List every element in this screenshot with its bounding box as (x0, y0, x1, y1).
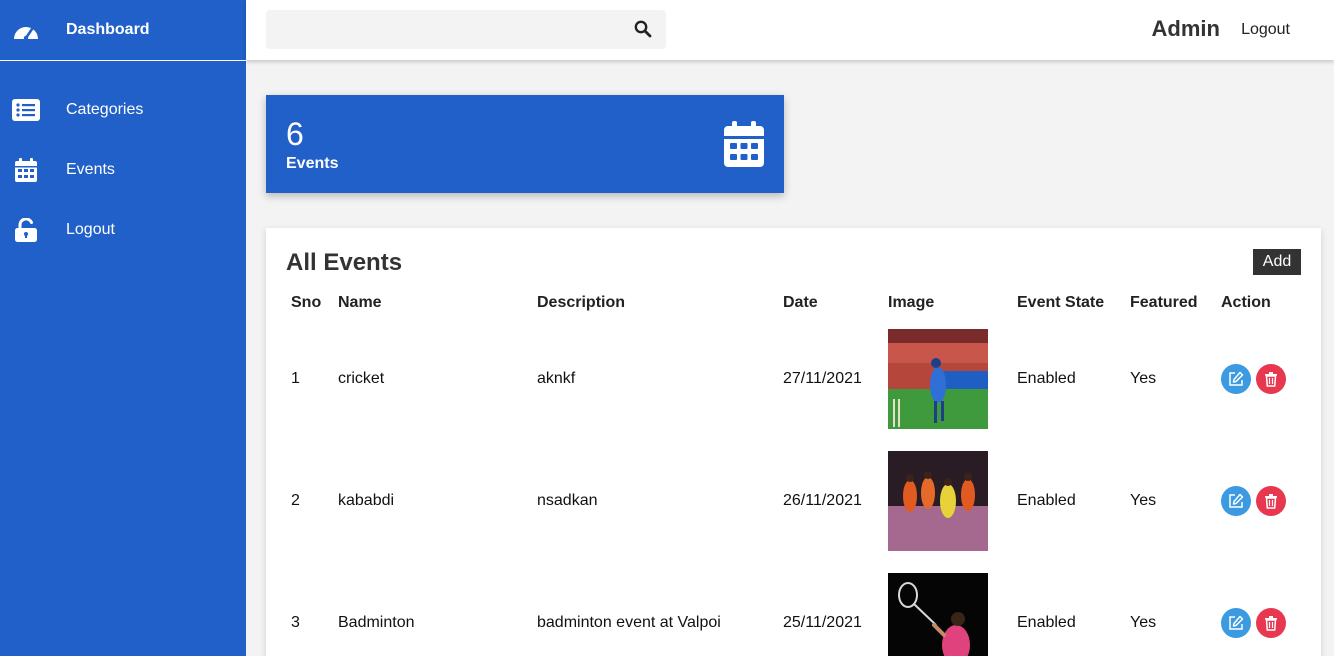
cell-action (1216, 562, 1300, 656)
events-count: 6 (286, 116, 304, 152)
speedometer-icon (12, 18, 40, 42)
calendar-icon (724, 121, 764, 167)
edit-icon (1229, 493, 1244, 508)
cell-description: nsadkan (537, 492, 598, 509)
delete-button[interactable] (1256, 608, 1286, 638)
events-stat-card: 6 Events (266, 95, 784, 193)
table-row: 1 cricket aknkf 27/11/2021 Enabled Yes (286, 318, 1300, 440)
sidebar-item-label: Categories (66, 101, 144, 118)
edit-button[interactable] (1221, 608, 1251, 638)
cell-event-state: Enabled (1017, 370, 1076, 387)
sidebar-item-label: Events (66, 161, 115, 178)
sidebar-item-events[interactable]: Events (0, 140, 246, 200)
cell-event-state: Enabled (1017, 492, 1076, 509)
table-row: 3 Badminton badminton event at Valpoi 25… (286, 562, 1300, 656)
search-box (266, 10, 666, 49)
kabaddi-thumbnail (888, 451, 988, 551)
delete-button[interactable] (1256, 364, 1286, 394)
events-table: Sno Name Description Date Image Event St… (286, 288, 1300, 656)
cell-sno: 1 (291, 370, 300, 387)
cell-date: 26/11/2021 (783, 492, 862, 509)
edit-button[interactable] (1221, 486, 1251, 516)
cell-image (883, 562, 1012, 656)
sidebar-item-label: Logout (66, 221, 115, 238)
col-description: Description (537, 294, 626, 311)
cell-image (883, 440, 1012, 562)
list-icon (12, 97, 40, 123)
cell-featured: Yes (1130, 370, 1157, 387)
cell-description: badminton event at Valpoi (537, 614, 721, 631)
sidebar-item-logout[interactable]: Logout (0, 200, 246, 260)
cell-name: cricket (338, 370, 385, 387)
edit-icon (1229, 615, 1244, 630)
cricket-thumbnail (888, 329, 988, 429)
cell-action (1216, 440, 1300, 562)
trash-icon (1265, 372, 1277, 387)
cell-description: aknkf (537, 370, 576, 387)
cell-name: kababdi (338, 492, 395, 509)
sidebar-brand-label: Dashboard (66, 21, 150, 38)
add-event-button[interactable]: Add (1253, 249, 1301, 275)
cell-date: 27/11/2021 (783, 370, 862, 387)
cell-image (883, 318, 1012, 440)
col-action: Action (1221, 294, 1271, 311)
cell-sno: 3 (291, 614, 300, 631)
cell-featured: Yes (1130, 492, 1157, 509)
col-image: Image (888, 294, 935, 311)
search-input[interactable] (266, 10, 666, 49)
search-icon[interactable] (634, 20, 652, 38)
cell-date: 25/11/2021 (783, 614, 862, 631)
sidebar-item-categories[interactable]: Categories (0, 80, 246, 140)
delete-button[interactable] (1256, 486, 1286, 516)
cell-action (1216, 318, 1300, 440)
events-stat-label: Events (286, 155, 339, 172)
col-date: Date (783, 294, 818, 311)
calendar-icon (12, 157, 40, 183)
col-sno: Sno (291, 294, 322, 311)
sidebar-brand[interactable]: Dashboard (0, 0, 246, 61)
cell-event-state: Enabled (1017, 614, 1076, 631)
table-header-row: Sno Name Description Date Image Event St… (286, 288, 1300, 318)
trash-icon (1265, 494, 1277, 509)
edit-button[interactable] (1221, 364, 1251, 394)
topbar: Admin Logout (246, 0, 1334, 60)
admin-label: Admin (1151, 16, 1220, 41)
col-name: Name (338, 294, 382, 311)
cell-featured: Yes (1130, 614, 1157, 631)
trash-icon (1265, 616, 1277, 631)
table-row: 2 kababdi nsadkan 26/11/2021 Enabled Yes (286, 440, 1300, 562)
cell-name: Badminton (338, 614, 415, 631)
sidebar-nav: Categories Events Logout (0, 61, 246, 260)
events-panel: All Events Add Sno Name Description Date… (266, 228, 1321, 656)
col-event-state: Event State (1017, 294, 1105, 311)
badminton-thumbnail (888, 573, 988, 656)
unlock-icon (12, 217, 40, 243)
col-featured: Featured (1130, 294, 1198, 311)
edit-icon (1229, 371, 1244, 386)
sidebar: Dashboard Categories Events Logout (0, 0, 246, 656)
cell-sno: 2 (291, 492, 300, 509)
logout-link[interactable]: Logout (1241, 21, 1290, 39)
panel-title: All Events (286, 249, 403, 276)
